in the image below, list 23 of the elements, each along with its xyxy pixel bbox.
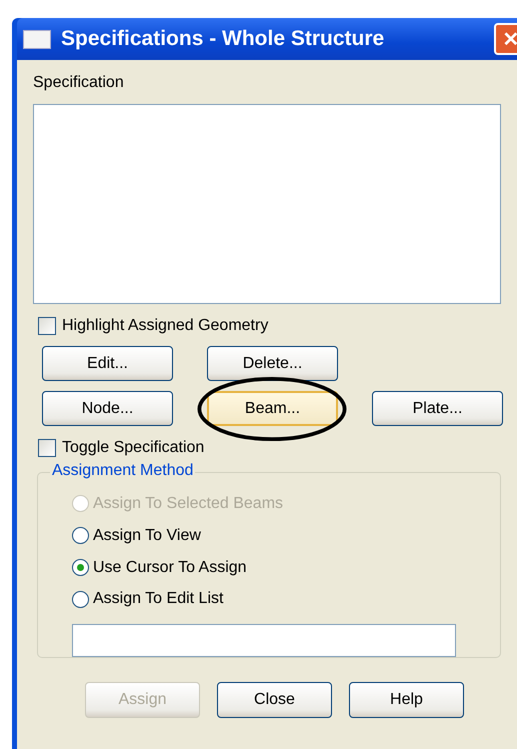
dialog-button[interactable]: Delete...	[207, 346, 338, 381]
checkbox-label: Highlight Assigned Geometry	[62, 317, 268, 335]
radio-label: Use Cursor To Assign	[93, 558, 247, 577]
dialog-button[interactable]: Edit...	[42, 346, 173, 381]
window-icon	[23, 30, 51, 48]
dialog-button[interactable]: Node...	[42, 391, 173, 426]
dialog-button[interactable]: Help	[349, 682, 464, 718]
checkbox[interactable]	[38, 439, 56, 457]
radio-button[interactable]	[72, 527, 89, 544]
radio-label: Assign To View	[93, 526, 201, 545]
radio-label: Assign To Selected Beams	[93, 494, 284, 513]
checkbox-label: Toggle Specification	[62, 439, 204, 457]
checkbox[interactable]	[38, 317, 56, 335]
dialog-button[interactable]: Plate...	[372, 391, 503, 426]
edit-list-field[interactable]	[72, 624, 456, 657]
window-title: Specifications - Whole Structure	[61, 27, 386, 51]
specification-label: Specification	[33, 74, 125, 93]
radio-button[interactable]	[72, 590, 89, 608]
radio-label: Assign To Edit List	[93, 590, 224, 608]
radio-button[interactable]	[72, 559, 89, 576]
dialog-button[interactable]: Beam...	[207, 391, 338, 426]
group-legend: Assignment Method	[50, 462, 196, 480]
dialog-button[interactable]: Close	[217, 682, 332, 718]
